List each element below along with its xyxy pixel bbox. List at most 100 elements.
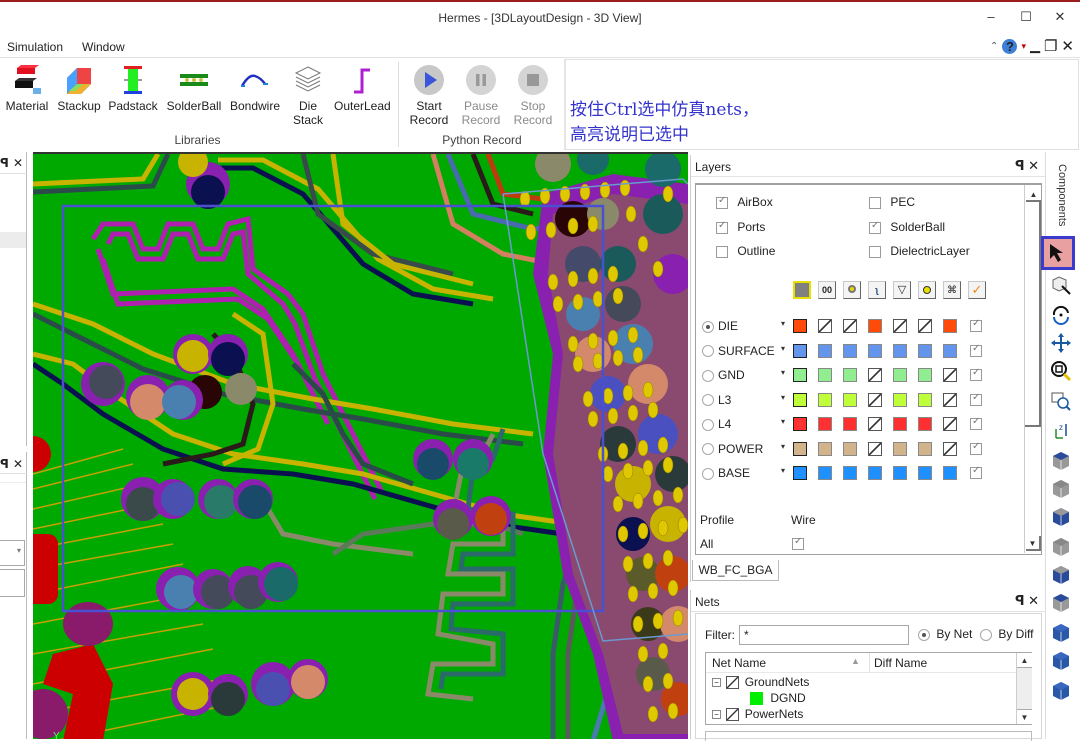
layer-color-swatch[interactable]: [818, 466, 832, 480]
view-bottom-icon[interactable]: [1047, 476, 1075, 502]
pin-icon[interactable]: ꟼ: [1015, 158, 1025, 173]
layer-color-swatch[interactable]: [893, 417, 907, 431]
checkbox-airbox[interactable]: AirBox: [716, 195, 773, 209]
pad-icon[interactable]: ▽: [893, 281, 911, 299]
scroll-down-icon[interactable]: ▼: [1017, 709, 1032, 724]
layer-swatch-hidden[interactable]: [868, 392, 882, 407]
view-iso1-icon[interactable]: [1047, 620, 1075, 646]
layer-color-swatch[interactable]: [818, 392, 832, 407]
layer-color-swatch[interactable]: [918, 343, 932, 358]
layer-dropdown-icon[interactable]: ▾: [781, 368, 785, 377]
filter-input[interactable]: *: [739, 625, 909, 645]
component-icon[interactable]: ⌘: [943, 281, 961, 299]
layer-color-swatch[interactable]: [843, 441, 857, 456]
layer-visible-checkbox[interactable]: [970, 367, 982, 381]
stackup-button[interactable]: Stackup: [56, 64, 102, 113]
radio-by-net[interactable]: By Net: [918, 627, 972, 641]
view-back-icon[interactable]: [1047, 590, 1075, 616]
checkbox-solderball[interactable]: SolderBall: [869, 220, 945, 234]
pin-icon[interactable]: ꟼ: [1015, 593, 1025, 608]
layer-swatch-hidden[interactable]: [893, 319, 907, 333]
stop-record-button[interactable]: Stop Record: [510, 64, 556, 127]
select-arrow-icon[interactable]: [1041, 236, 1075, 270]
layer-color-swatch[interactable]: [793, 392, 807, 407]
layer-color-swatch[interactable]: [943, 343, 957, 358]
zoom-window-icon[interactable]: [1047, 388, 1075, 414]
view-iso2-icon[interactable]: [1047, 648, 1075, 674]
layer-color-swatch[interactable]: [893, 392, 907, 407]
layer-color-swatch[interactable]: [943, 466, 957, 480]
tree-item-groundnets[interactable]: − GroundNets: [712, 675, 809, 690]
tab-wb-fc-bga[interactable]: WB_FC_BGA: [692, 560, 779, 581]
layer-radio[interactable]: [702, 466, 714, 480]
help-dropdown-icon[interactable]: ▾: [1021, 41, 1026, 52]
layer-radio[interactable]: [702, 344, 714, 358]
collapse-icon[interactable]: −: [712, 678, 721, 688]
layers-scrollbar[interactable]: ▲ ▼: [1024, 185, 1041, 553]
outerlead-button[interactable]: OuterLead: [334, 64, 391, 113]
layer-color-swatch[interactable]: [818, 343, 832, 358]
layer-color-swatch[interactable]: [893, 343, 907, 358]
layer-visible-checkbox[interactable]: [970, 318, 982, 332]
layer-color-swatch[interactable]: [793, 368, 807, 382]
start-record-button[interactable]: Start Record: [406, 64, 452, 127]
layer-radio[interactable]: [702, 442, 714, 456]
column-diff-name[interactable]: Diff Name: [874, 656, 927, 670]
select-3d-icon[interactable]: [1047, 272, 1075, 298]
layer-dropdown-icon[interactable]: ▾: [781, 466, 785, 475]
tree-item-powernets[interactable]: − PowerNets: [712, 707, 803, 722]
view-front-icon[interactable]: [1047, 562, 1075, 588]
mdi-restore-button[interactable]: ❐: [1044, 37, 1057, 55]
column-net-name[interactable]: Net Name: [712, 656, 766, 670]
layer-dropdown-icon[interactable]: ▾: [781, 344, 785, 353]
3d-view-canvas[interactable]: Y: [33, 152, 688, 739]
layer-color-swatch[interactable]: [868, 343, 882, 358]
checkbox-pec[interactable]: PEC: [869, 195, 915, 209]
layer-radio[interactable]: [702, 368, 714, 382]
layer-color-swatch[interactable]: [793, 417, 807, 431]
radio-by-diff[interactable]: By Diff: [980, 627, 1033, 641]
layer-radio[interactable]: [702, 417, 714, 431]
layer-color-icon[interactable]: [793, 281, 811, 299]
layer-swatch-hidden[interactable]: [868, 368, 882, 382]
help-icon[interactable]: ?: [1002, 38, 1018, 54]
trace-icon[interactable]: 00: [818, 281, 836, 299]
die-stack-button[interactable]: Die Stack: [288, 64, 328, 127]
layer-color-swatch[interactable]: [818, 368, 832, 382]
layer-color-swatch[interactable]: [793, 441, 807, 456]
tree-item-dgnd[interactable]: DGND: [750, 691, 806, 706]
layer-color-swatch[interactable]: [843, 343, 857, 358]
close-icon[interactable]: ✕: [13, 156, 23, 170]
layer-dropdown-icon[interactable]: ▾: [781, 393, 785, 402]
menu-window[interactable]: Window: [82, 40, 125, 54]
layer-dropdown-icon[interactable]: ▾: [781, 442, 785, 451]
layer-color-swatch[interactable]: [918, 441, 932, 456]
layer-visible-checkbox[interactable]: [970, 392, 982, 406]
layer-visible-checkbox[interactable]: [970, 465, 982, 479]
view-top-icon[interactable]: [1047, 448, 1075, 474]
pin-icon[interactable]: ꟼ: [0, 457, 9, 471]
bondwire-icon[interactable]: ʅ: [868, 281, 886, 299]
layer-color-swatch[interactable]: [793, 466, 807, 480]
checkbox-outline[interactable]: Outline: [716, 244, 775, 258]
layer-swatch-hidden[interactable]: [943, 392, 957, 407]
layer-radio[interactable]: [702, 319, 714, 333]
layer-visible-checkbox[interactable]: [970, 416, 982, 430]
pan-icon[interactable]: [1047, 330, 1075, 356]
components-tab[interactable]: Components: [1054, 164, 1068, 234]
layer-visible-checkbox[interactable]: [970, 343, 982, 357]
layer-color-swatch[interactable]: [868, 466, 882, 480]
wire-checkbox[interactable]: [792, 536, 804, 550]
layer-color-swatch[interactable]: [843, 368, 857, 382]
checkbox-dielectriclayer[interactable]: DielectricLayer: [869, 244, 970, 258]
visible-check-icon[interactable]: ✓: [968, 281, 986, 299]
rotate-icon[interactable]: [1047, 302, 1075, 328]
layer-color-swatch[interactable]: [868, 319, 882, 333]
layer-color-swatch[interactable]: [843, 417, 857, 431]
scroll-up-icon[interactable]: ▲: [1017, 653, 1032, 668]
layer-color-swatch[interactable]: [918, 417, 932, 431]
layer-dropdown-icon[interactable]: ▾: [781, 417, 785, 426]
scroll-down-icon[interactable]: ▼: [1026, 536, 1041, 551]
axis-icon[interactable]: z: [1047, 418, 1075, 444]
layer-color-swatch[interactable]: [943, 319, 957, 333]
